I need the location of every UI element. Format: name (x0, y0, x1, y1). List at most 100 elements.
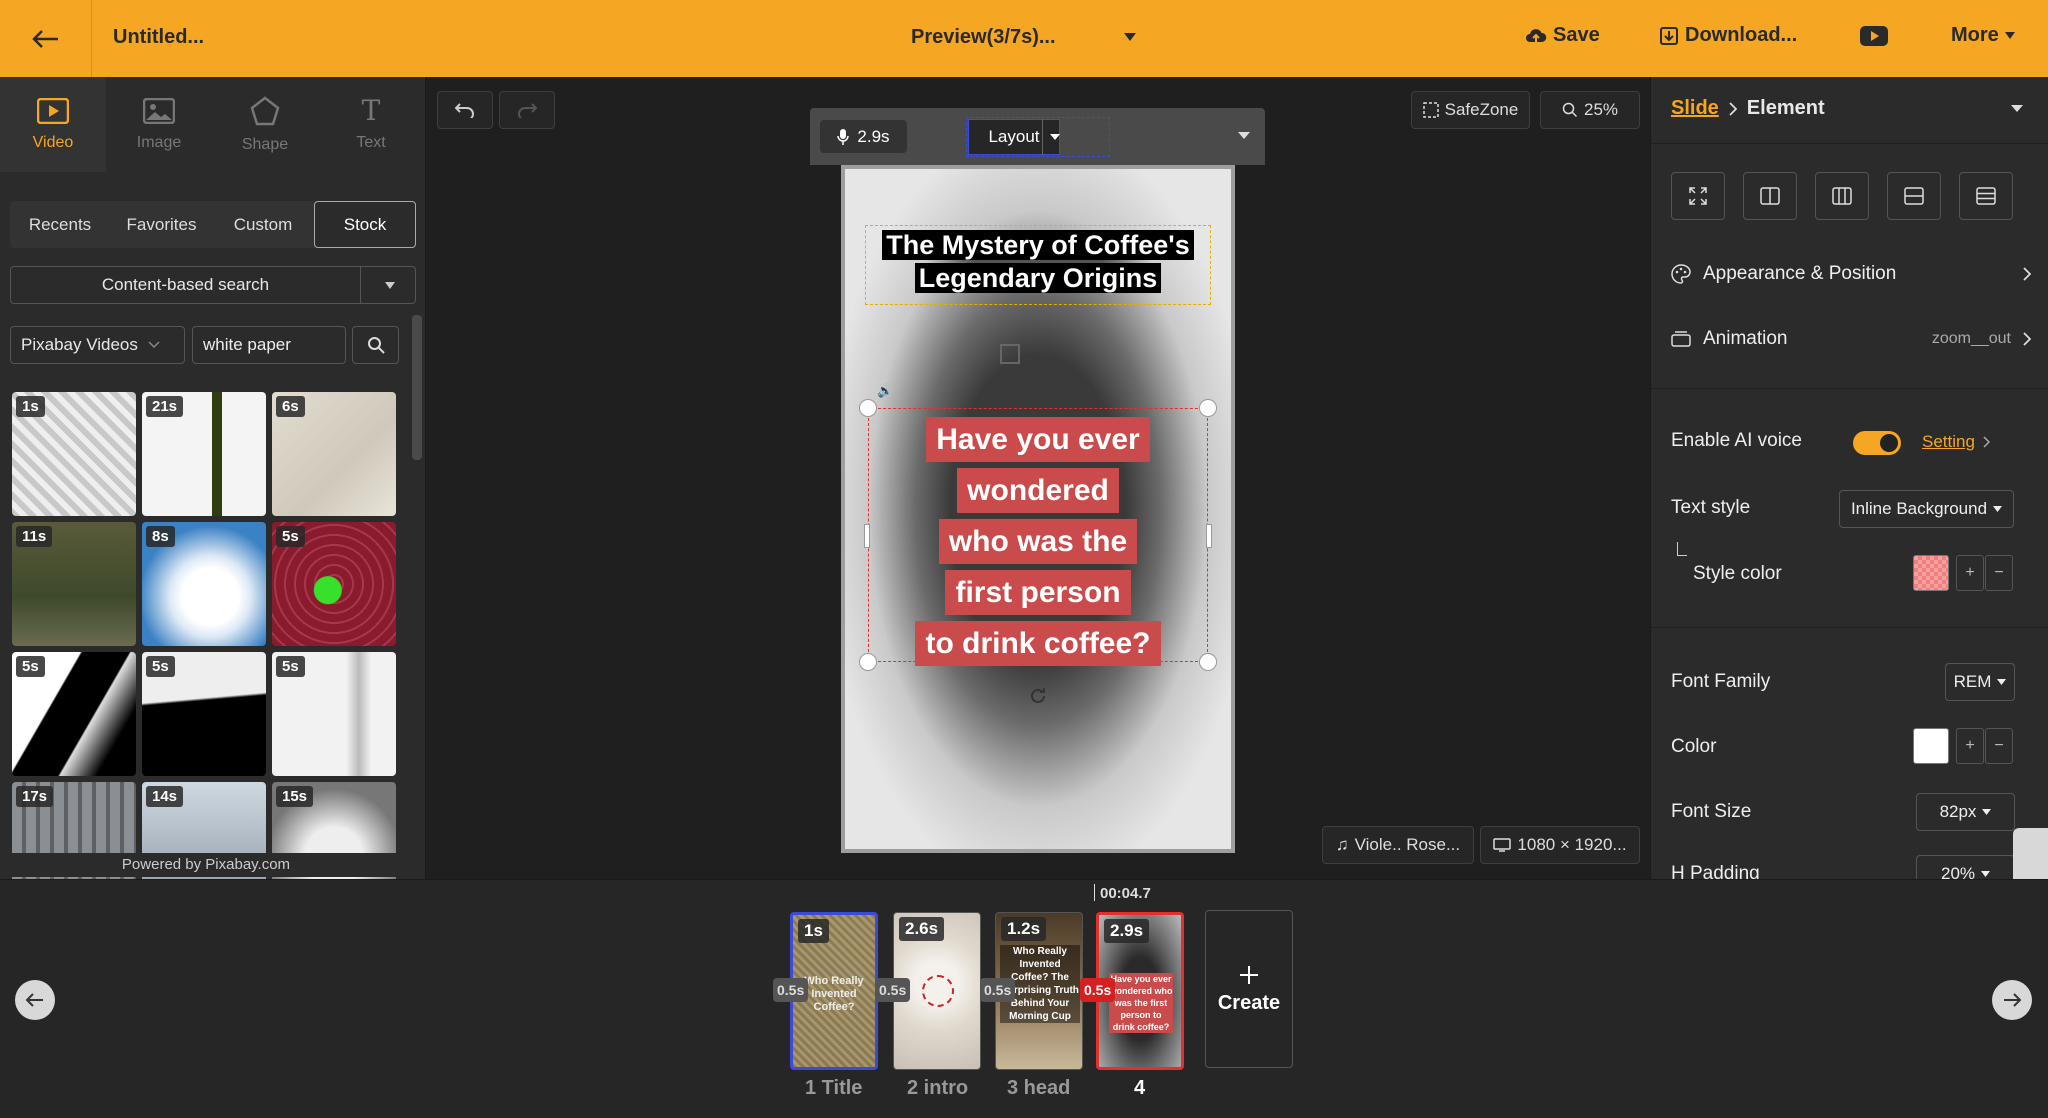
split-3-columns-button[interactable] (1815, 172, 1869, 220)
tab-recents[interactable]: Recents (10, 201, 110, 248)
save-button[interactable]: Save (1525, 24, 1600, 47)
youtube-button[interactable] (1860, 26, 1888, 46)
animation-value: zoom__out (1931, 330, 2011, 347)
toolbar-dropdown[interactable] (1238, 132, 1250, 139)
resize-handle[interactable] (1199, 653, 1217, 671)
safezone-button[interactable]: SafeZone (1411, 91, 1530, 129)
tab-stock[interactable]: Stock (314, 201, 416, 248)
rotate-icon[interactable] (1028, 686, 1048, 706)
add-style-color-button[interactable]: + (1956, 555, 1984, 591)
music-button[interactable]: ♫ Viole.. Rose... (1322, 826, 1474, 864)
animation-icon (1671, 331, 1691, 347)
slide-title[interactable]: The Mystery of Coffee's Legendary Origin… (865, 229, 1211, 295)
font-family-select[interactable]: REM (1945, 663, 2015, 701)
download-icon (1660, 26, 1678, 45)
create-slide-button[interactable]: Create (1205, 910, 1293, 1068)
stock-thumbnail[interactable]: 8s (142, 522, 266, 646)
remove-color-button[interactable]: − (1985, 728, 2013, 764)
font-family-value: REM (1953, 672, 1992, 691)
music-note-icon: ♫ (1335, 835, 1349, 854)
intro-logo (922, 975, 954, 1007)
split-2-rows-button[interactable] (1887, 172, 1941, 220)
layout-dropdown[interactable] (1042, 119, 1066, 155)
redo-button[interactable] (499, 91, 555, 129)
chevron-down-icon[interactable] (1124, 33, 1136, 41)
more-menu[interactable]: More (1951, 24, 2015, 47)
slide-canvas[interactable]: The Mystery of Coffee's Legendary Origin… (845, 169, 1231, 849)
color-swatch[interactable] (1913, 728, 1949, 764)
voice-duration-button[interactable]: 2.9s (820, 120, 907, 153)
inspector-dropdown[interactable] (2011, 105, 2023, 112)
download-label: Download... (1685, 24, 1798, 46)
style-color-label: Style color (1693, 563, 1782, 584)
question-line: wondered (957, 468, 1119, 513)
stock-thumbnail[interactable]: 11s (12, 522, 136, 646)
search-input[interactable] (192, 326, 346, 364)
setting-link[interactable]: Setting (1922, 432, 1990, 452)
split-3-rows-button[interactable] (1959, 172, 2013, 220)
stock-thumbnail[interactable]: 6s (272, 392, 396, 516)
youtube-icon (1860, 26, 1888, 46)
media-placeholder-icon (1000, 344, 1020, 364)
breadcrumb: Slide Element (1671, 97, 1825, 120)
divider (1651, 143, 2048, 144)
resize-handle[interactable] (1199, 399, 1217, 417)
transition-badge[interactable]: 0.5s (980, 978, 1016, 1002)
undo-button[interactable] (437, 91, 493, 129)
duration-badge: 5s (276, 526, 305, 547)
divider (1651, 627, 2048, 628)
text-style-select[interactable]: Inline Background (1839, 490, 2014, 528)
tab-image[interactable]: Image (106, 77, 212, 172)
tab-video[interactable]: Video (0, 77, 106, 172)
transition-badge[interactable]: 0.5s (875, 978, 911, 1002)
project-title[interactable]: Untitled... (113, 26, 204, 49)
zoom-button[interactable]: 25% (1540, 91, 1640, 129)
transition-badge[interactable]: 0.5s (773, 978, 809, 1002)
split-2-columns-button[interactable] (1743, 172, 1797, 220)
tab-text[interactable]: T Text (318, 77, 424, 172)
side-handle[interactable] (864, 524, 870, 548)
stock-thumbnail[interactable]: 5s (272, 652, 396, 776)
appearance-row[interactable]: Appearance & Position (1671, 254, 2031, 294)
ai-voice-toggle[interactable] (1853, 431, 1901, 455)
font-size-select[interactable]: 82px (1916, 793, 2015, 831)
stock-thumbnail[interactable]: 5s (272, 522, 396, 646)
stock-thumbnail[interactable]: 21s (142, 392, 266, 516)
chevron-down-icon (385, 282, 395, 289)
breadcrumb-slide[interactable]: Slide (1671, 97, 1719, 120)
h-padding-select[interactable]: 20% (1916, 855, 2015, 879)
tree-branch (1677, 542, 1687, 556)
tab-favorites[interactable]: Favorites (110, 201, 213, 248)
preview-selector[interactable]: Preview(3/7s)... (911, 26, 1056, 49)
duration-badge: 15s (276, 786, 314, 807)
stock-thumbnail[interactable]: 1s (12, 392, 136, 516)
style-color-swatch[interactable] (1913, 555, 1949, 591)
resolution-button[interactable]: 1080 × 1920... (1480, 826, 1640, 864)
add-color-button[interactable]: + (1956, 728, 1984, 764)
remove-style-color-button[interactable]: − (1985, 555, 2013, 591)
resize-handle[interactable] (859, 653, 877, 671)
arrow-right-icon (2004, 993, 2021, 1007)
search-button[interactable] (352, 326, 399, 364)
color-label: Color (1671, 736, 1717, 757)
search-mode-select[interactable]: Content-based search (10, 266, 416, 304)
download-button[interactable]: Download... (1659, 24, 1797, 47)
tab-custom[interactable]: Custom (213, 201, 313, 248)
resize-handle[interactable] (859, 399, 877, 417)
chevron-down-icon (1982, 809, 1992, 815)
animation-row[interactable]: Animation zoom__out (1671, 319, 2031, 359)
question-text[interactable]: Have you ever wondered who was the first… (868, 414, 1208, 669)
transition-badge[interactable]: 0.5s (1080, 978, 1116, 1002)
stock-thumbnail[interactable]: 5s (142, 652, 266, 776)
playhead[interactable] (1094, 884, 1095, 901)
scroll-right-button[interactable] (1992, 980, 2032, 1020)
text-icon: T (361, 93, 381, 127)
side-handle[interactable] (1206, 524, 1212, 548)
scrollbar[interactable] (412, 315, 422, 460)
fullscreen-layout-button[interactable] (1671, 172, 1725, 220)
stock-thumbnail[interactable]: 5s (12, 652, 136, 776)
tab-shape[interactable]: Shape (212, 77, 318, 172)
provider-select[interactable]: Pixabay Videos (10, 326, 185, 364)
scroll-left-button[interactable] (15, 980, 55, 1020)
back-button[interactable] (0, 0, 92, 77)
